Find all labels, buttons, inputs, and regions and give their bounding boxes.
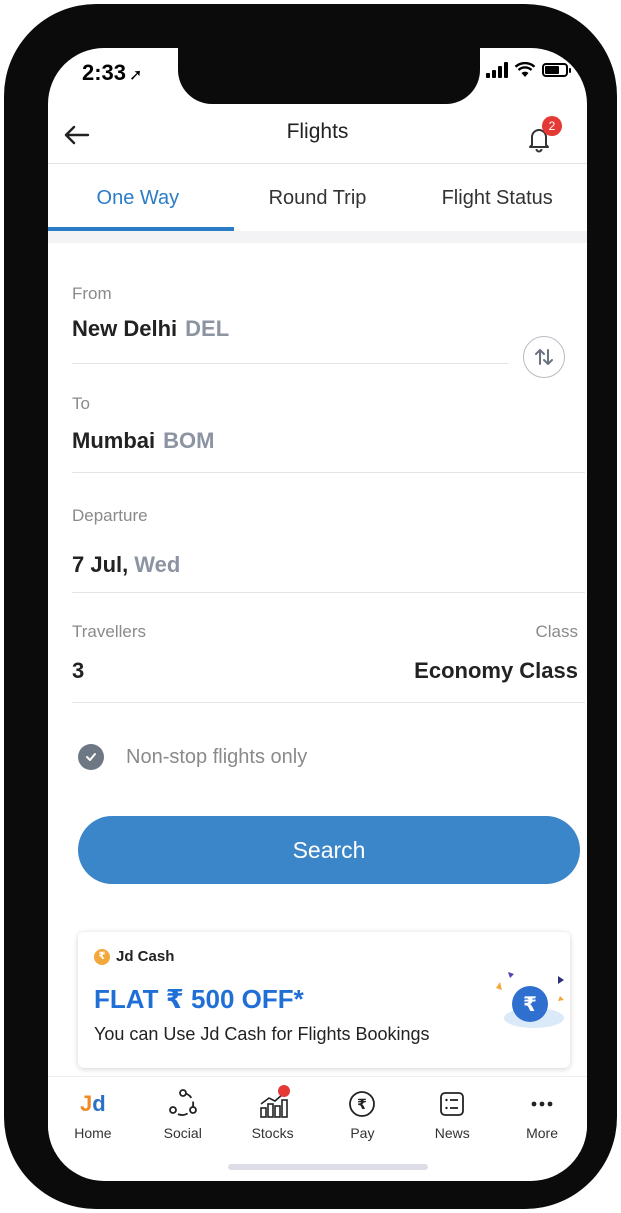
phone-frame: 2:33 ➚ Flights 2 One Way Round Trip Flig… (4, 4, 617, 1209)
promo-brand: ₹ Jd Cash (94, 948, 174, 965)
departure-date: 7 Jul, (72, 552, 129, 577)
non-stop-checkbox-row[interactable]: Non-stop flights only (78, 744, 307, 770)
from-code: DEL (185, 316, 230, 341)
home-indicator[interactable] (228, 1164, 428, 1170)
bottom-navigation: Jd Home Social Stocks ₹ Pay News More (48, 1076, 587, 1152)
svg-text:₹: ₹ (523, 992, 537, 1016)
class-field[interactable]: Economy Class (414, 658, 578, 684)
to-code: BOM (163, 428, 215, 453)
status-icons (486, 62, 571, 78)
nav-pay-label: Pay (350, 1125, 375, 1141)
status-time: 2:33 ➚ (82, 60, 142, 86)
to-label: To (72, 394, 90, 413)
app-screen: 2:33 ➚ Flights 2 One Way Round Trip Flig… (48, 48, 587, 1181)
battery-icon (542, 63, 571, 77)
page-title: Flights (286, 120, 349, 143)
from-field[interactable]: New Delhi DEL (72, 316, 229, 342)
nav-social-label: Social (163, 1125, 202, 1141)
tab-round-trip[interactable]: Round Trip (228, 165, 408, 231)
travellers-label: Travellers (72, 622, 146, 641)
section-separator (48, 231, 587, 243)
nav-stocks[interactable]: Stocks (228, 1077, 318, 1152)
more-dots-icon (525, 1087, 559, 1121)
swap-arrows-icon (535, 349, 553, 365)
rupee-coin-illustration-icon: ₹ (496, 972, 564, 1028)
promo-brand-text: Jd Cash (116, 948, 175, 965)
travellers-field[interactable]: 3 (72, 658, 84, 684)
nav-stocks-label: Stocks (251, 1125, 294, 1141)
jd-cash-coin-icon: ₹ (94, 948, 110, 965)
from-city: New Delhi (72, 316, 178, 341)
nav-news-label: News (434, 1125, 470, 1141)
nav-more[interactable]: More (497, 1077, 587, 1152)
promo-title: FLAT ₹ 500 OFF* (94, 984, 304, 1014)
class-label: Class (535, 622, 578, 641)
device-notch (178, 48, 480, 104)
departure-divider (72, 592, 585, 593)
departure-label: Departure (72, 506, 148, 525)
social-icon (166, 1087, 200, 1121)
nav-home[interactable]: Jd Home (48, 1077, 138, 1152)
nav-social[interactable]: Social (138, 1077, 228, 1152)
to-divider (72, 472, 585, 473)
notifications-button[interactable]: 2 (522, 116, 562, 156)
to-city: Mumbai (72, 428, 156, 453)
app-header: Flights 2 (48, 108, 587, 164)
nav-pay[interactable]: ₹ Pay (317, 1077, 407, 1152)
from-label: From (72, 284, 112, 303)
nav-news[interactable]: News (407, 1077, 497, 1152)
swap-cities-button[interactable] (523, 336, 565, 378)
signal-icon (486, 62, 508, 78)
rupee-pay-icon: ₹ (345, 1087, 379, 1121)
news-icon (435, 1087, 469, 1121)
departure-day: Wed (134, 552, 181, 577)
nav-home-label: Home (74, 1125, 112, 1141)
from-divider (72, 363, 508, 364)
status-time-text: 2:33 (82, 60, 127, 85)
wifi-icon (514, 62, 536, 77)
checkmark-icon[interactable] (78, 744, 104, 770)
jd-logo-icon: Jd (80, 1091, 106, 1116)
trip-type-tabs: One Way Round Trip Flight Status (48, 165, 587, 231)
stocks-notification-dot (277, 1085, 290, 1097)
stocks-icon (256, 1085, 290, 1121)
tab-one-way[interactable]: One Way (48, 165, 234, 231)
promo-banner[interactable]: ₹ Jd Cash FLAT ₹ 500 OFF* You can Use Jd… (78, 932, 570, 1068)
notification-badge: 2 (542, 116, 562, 136)
promo-subtitle: You can Use Jd Cash for Flights Bookings (94, 1024, 430, 1044)
to-field[interactable]: Mumbai BOM (72, 428, 214, 454)
search-button[interactable]: Search (78, 816, 580, 884)
travellers-divider (72, 702, 585, 703)
tab-flight-status[interactable]: Flight Status (407, 165, 587, 231)
svg-text:₹: ₹ (358, 1097, 368, 1113)
non-stop-label: Non-stop flights only (126, 745, 308, 768)
location-arrow-icon: ➚ (129, 67, 143, 84)
nav-more-label: More (526, 1125, 558, 1141)
departure-field[interactable]: 7 Jul, Wed (72, 552, 180, 578)
